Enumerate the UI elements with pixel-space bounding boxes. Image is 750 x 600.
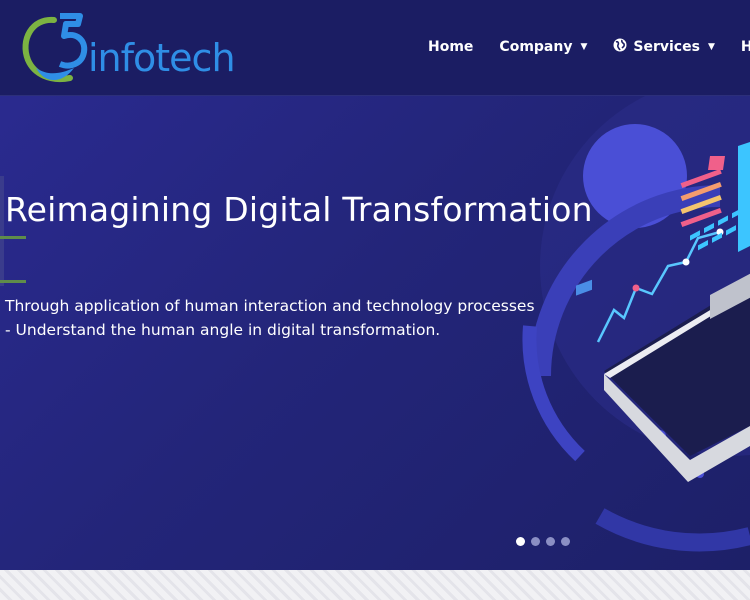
slide-dot-2[interactable] (531, 537, 540, 546)
caret-down-icon: ▼ (580, 42, 588, 52)
hero-subtitle-line-1: Through application of human interaction… (5, 297, 535, 315)
hero-title: Reimagining Digital Transformation (5, 190, 593, 229)
nav-company[interactable]: Company ▼ (499, 39, 587, 55)
nav-hire[interactable]: Hire (741, 39, 750, 55)
nav-home-label: Home (428, 39, 474, 55)
hero-slider: Reimagining Digital Transformation Throu… (0, 96, 750, 570)
nav-services-label: Services (633, 39, 700, 55)
section-divider-pattern (0, 570, 750, 600)
caret-down-icon: ▼ (707, 42, 715, 52)
nav-company-label: Company (499, 39, 573, 55)
globe-icon (613, 38, 627, 56)
nav-services[interactable]: Services ▼ (613, 38, 715, 56)
site-header: infotech Home Company ▼ Services ▼ Hire (0, 0, 750, 96)
hero-subtitle-line-2: - Understand the human angle in digital … (5, 321, 441, 339)
nav-home[interactable]: Home (428, 39, 473, 55)
logo[interactable]: infotech (14, 10, 244, 88)
slide-dot-3[interactable] (546, 537, 555, 546)
laptop-illustration (522, 96, 750, 552)
nav-hire-label: Hire (740, 39, 750, 55)
main-nav: Home Company ▼ Services ▼ Hire (428, 38, 750, 56)
logo-wordmark: infotech (88, 36, 236, 80)
hero-subtitle: Through application of human interaction… (5, 294, 535, 342)
slide-dot-4[interactable] (561, 537, 570, 546)
slide-dot-1[interactable] (516, 537, 525, 546)
slider-dots (516, 537, 576, 546)
